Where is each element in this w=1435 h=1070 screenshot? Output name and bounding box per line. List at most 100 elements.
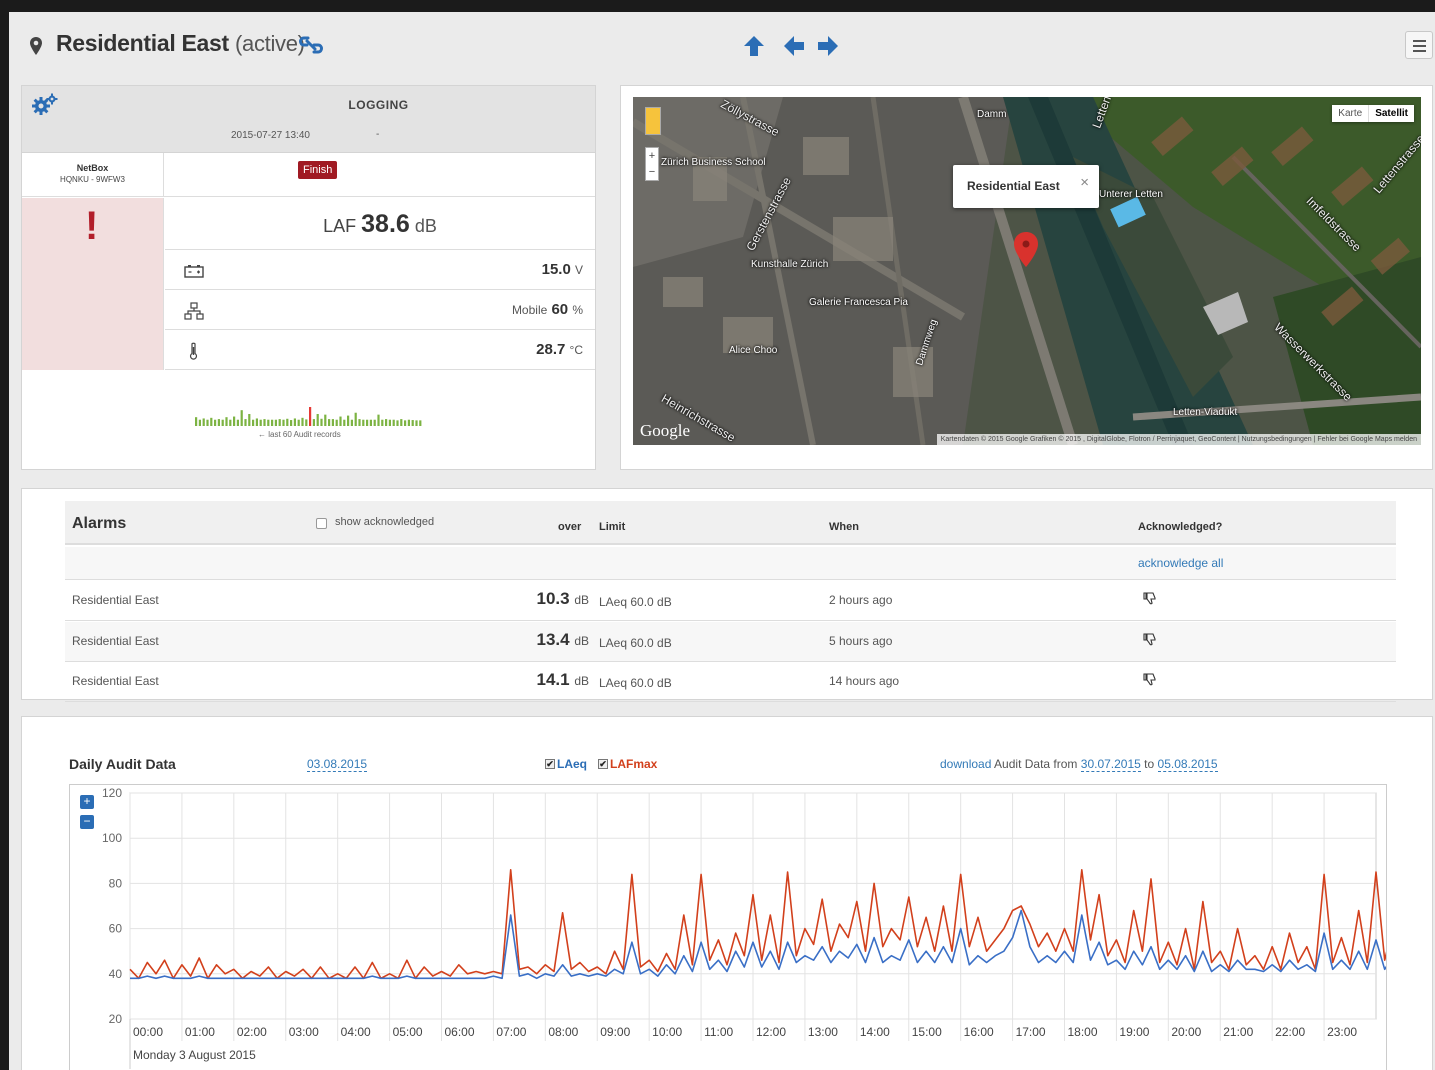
- x-tick-label: 04:00: [341, 1025, 371, 1039]
- x-tick-label: 13:00: [808, 1025, 838, 1039]
- arrow-left-icon[interactable]: [782, 34, 806, 58]
- map-label: Galerie Francesca Pia: [809, 297, 908, 308]
- temperature-reading: 28.7 °C: [536, 341, 583, 358]
- sparkline-bar: [217, 419, 220, 426]
- finish-button[interactable]: Finish: [298, 161, 338, 179]
- x-tick-label: 21:00: [1223, 1025, 1253, 1039]
- map-type-satellit[interactable]: Satellit: [1368, 105, 1414, 122]
- x-tick-label: 23:00: [1327, 1025, 1357, 1039]
- alert-icon: !: [85, 204, 99, 248]
- station-status: (active): [234, 31, 305, 56]
- sparkline-bar: [286, 418, 289, 426]
- arrow-right-icon[interactable]: [816, 34, 840, 58]
- x-tick-label: 22:00: [1275, 1025, 1305, 1039]
- map-zoom-control[interactable]: + −: [645, 147, 659, 181]
- sparkline-bar: [400, 419, 403, 426]
- info-window-close-icon[interactable]: ×: [1080, 174, 1089, 191]
- from-date-picker[interactable]: 30.07.2015: [1080, 757, 1141, 772]
- thumbs-down-icon[interactable]: [1143, 632, 1157, 646]
- chart-zoom-in-button[interactable]: +: [80, 795, 94, 809]
- network-icon: [184, 302, 204, 320]
- map-type-karte[interactable]: Karte: [1332, 105, 1368, 122]
- sparkline-bar: [350, 419, 353, 426]
- sparkline-bar: [301, 417, 304, 426]
- x-tick-label: 07:00: [496, 1025, 526, 1039]
- map-type-switch: Karte Satellit: [1332, 105, 1414, 122]
- sparkline-bar: [331, 419, 334, 426]
- x-axis-date-label: Monday 3 August 2015: [133, 1048, 256, 1062]
- lafmax-checkbox[interactable]: ✔: [598, 759, 608, 769]
- sparkline-bar: [373, 419, 376, 426]
- x-tick-label: 08:00: [548, 1025, 578, 1039]
- to-date-picker[interactable]: 05.08.2015: [1157, 757, 1218, 772]
- chart-zoom-out-button[interactable]: −: [80, 815, 94, 829]
- y-tick-label: 60: [109, 922, 123, 936]
- x-tick-label: 05:00: [393, 1025, 423, 1039]
- thumbs-down-icon[interactable]: [1143, 591, 1157, 605]
- info-window-title: Residential East: [967, 179, 1060, 193]
- legend-lafmax-label: LAFmax: [610, 757, 658, 771]
- download-text: Audit Data from: [994, 757, 1078, 771]
- sparkline-bar: [407, 419, 410, 426]
- sparkline-bar: [202, 418, 205, 426]
- y-tick-label: 40: [109, 967, 123, 981]
- network-reading: Mobile 60 %: [512, 301, 583, 318]
- logging-end-date: -: [376, 129, 380, 140]
- sparkline-bar: [324, 414, 327, 426]
- x-tick-label: 14:00: [860, 1025, 890, 1039]
- device-id: HQNKU - 9WFW3: [60, 175, 125, 184]
- legend-lafmax[interactable]: ✔ LAFmax: [598, 757, 657, 771]
- logging-panel: LOGGING 2015-07-27 13:40 - NetBox HQNKU …: [21, 85, 596, 470]
- map-attribution[interactable]: Kartendaten © 2015 Google Grafiken © 201…: [936, 434, 1421, 445]
- sparkline-bar: [388, 419, 391, 426]
- link-icon[interactable]: [299, 34, 323, 56]
- x-tick-label: 02:00: [237, 1025, 267, 1039]
- sparkline-bar: [195, 417, 198, 426]
- alarm-row: Residential East 10.3 dB LAeq 60.0 dB 2 hou…: [65, 581, 1396, 621]
- battery-reading: 15.0 V: [542, 261, 583, 278]
- x-tick-label: 15:00: [912, 1025, 942, 1039]
- sparkline-bar: [316, 414, 319, 426]
- satellite-map[interactable]: Zöllystrasse Zürich Business School Gers…: [633, 97, 1421, 445]
- sparkline-bar: [214, 419, 217, 426]
- download-link[interactable]: download: [940, 757, 991, 771]
- street-view-pegman-icon[interactable]: [645, 107, 661, 135]
- audit-date-picker[interactable]: 03.08.2015: [307, 757, 368, 772]
- x-tick-label: 18:00: [1068, 1025, 1098, 1039]
- acknowledge-all-link[interactable]: acknowledge all: [1138, 556, 1223, 570]
- x-tick-label: 17:00: [1016, 1025, 1046, 1039]
- laf-row: LAF 38.6 dB: [165, 198, 595, 250]
- sparkline-bar: [221, 419, 224, 426]
- sparkline-bar: [328, 419, 331, 426]
- sparkline-bar: [415, 420, 418, 426]
- menu-button[interactable]: [1405, 31, 1433, 59]
- legend-laeq[interactable]: ✔ LAeq: [545, 757, 587, 771]
- col-over: over: [558, 521, 582, 533]
- sparkline-bar: [297, 419, 300, 426]
- sparkline-bar: [354, 412, 357, 426]
- alarm-over-value: 10.3 dB: [536, 589, 589, 609]
- alarm-over-unit: dB: [574, 593, 589, 607]
- sparkline-bar: [229, 419, 232, 426]
- laf-value: 38.6: [361, 210, 410, 238]
- alarm-when: 5 hours ago: [829, 633, 893, 648]
- battery-row: 15.0 V: [165, 250, 595, 290]
- map-info-window: Residential East ×: [953, 165, 1099, 208]
- thumbs-down-icon[interactable]: [1143, 672, 1157, 686]
- laeq-checkbox[interactable]: ✔: [545, 759, 555, 769]
- show-acknowledged-label[interactable]: show acknowledged: [335, 516, 434, 528]
- sparkline-bar: [404, 420, 407, 426]
- alarm-row: Residential East 14.1 dB LAeq 60.0 dB 14 ho…: [65, 662, 1396, 702]
- arrow-up-icon[interactable]: [742, 34, 766, 58]
- device-name: NetBox: [76, 163, 109, 173]
- sparkline-bar: [366, 419, 369, 426]
- x-tick-label: 01:00: [185, 1025, 215, 1039]
- network-row: Mobile 60 %: [165, 290, 595, 330]
- alarm-over-unit: dB: [574, 674, 589, 688]
- alarm-when: 2 hours ago: [829, 593, 893, 607]
- alarm-over-value: 13.4 dB: [536, 630, 589, 650]
- network-value: 60: [551, 301, 569, 318]
- map-label: Zürich Business School: [661, 157, 766, 168]
- show-acknowledged-checkbox[interactable]: [316, 518, 327, 529]
- alarm-over-value: 14.1 dB: [536, 670, 589, 690]
